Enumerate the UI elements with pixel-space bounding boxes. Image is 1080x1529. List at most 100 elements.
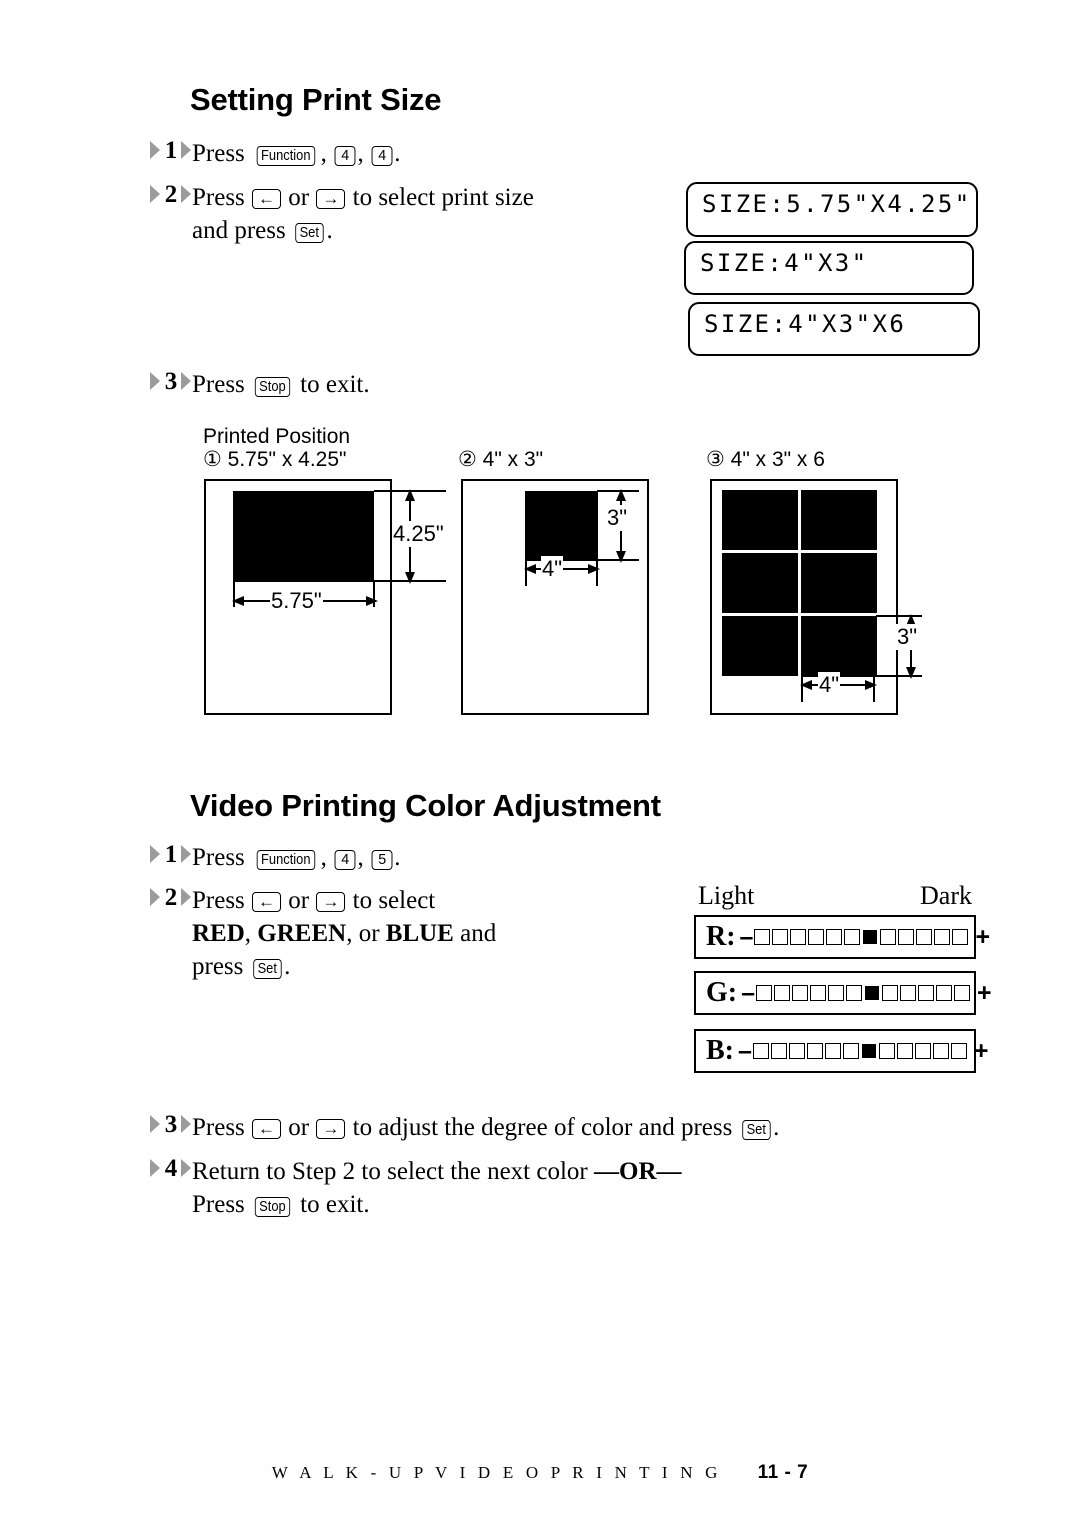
color-option-blue: BLUE [385,920,454,947]
step-number-marker: 1 [150,136,192,164]
set-key[interactable]: Set [252,959,281,979]
level-cell[interactable] [808,929,825,945]
level-cell-selected[interactable] [865,986,880,1000]
left-arrow-key[interactable]: ← [252,892,282,912]
step-number: 1 [163,136,179,164]
level-cell[interactable] [900,985,917,1001]
diagram-1-caption: ① 5.75" x 4.25" [203,448,347,471]
diagram-2-caption: ② 4" x 3" [458,448,544,471]
level-cell[interactable] [914,1043,931,1059]
level-cell[interactable] [826,929,843,945]
return-step-label: Return to Step 2 to select the next colo… [192,1158,594,1185]
step-1-print-size: 1 Press Function, 4, 4. [150,136,710,170]
level-cell[interactable] [842,1043,859,1059]
dim-label-height-2: 3" [606,505,629,531]
level-cell[interactable] [954,985,971,1001]
triangle-left-icon [150,372,160,390]
period-2: . [326,217,333,244]
numeric-key-4[interactable]: 4 [334,850,356,870]
step-1-color-adjust: 1 Press Function, 4, 5. [150,840,710,874]
level-cell[interactable] [916,929,933,945]
function-key[interactable]: Function [256,850,315,870]
step-number: 1 [163,840,179,868]
level-cell[interactable] [950,1043,967,1059]
scale-label-dark: Dark [920,881,972,910]
stop-key[interactable]: Stop [254,1197,291,1217]
step-number: 2 [163,883,179,911]
function-key[interactable]: Function [256,146,315,166]
left-arrow-key[interactable]: ← [252,1119,282,1139]
level-cell[interactable] [898,929,915,945]
level-cell[interactable] [844,929,861,945]
set-key[interactable]: Set [741,1120,770,1140]
print-tile-r2c2 [801,553,877,613]
level-cell[interactable] [774,985,791,1001]
right-arrow-key[interactable]: → [316,892,346,912]
level-cell[interactable] [770,1043,787,1059]
level-cell[interactable] [934,929,951,945]
level-cell[interactable] [828,985,845,1001]
numeric-key-4a[interactable]: 4 [334,146,356,166]
level-cell[interactable] [790,929,807,945]
level-cell[interactable] [896,1043,913,1059]
level-cell[interactable] [806,1043,823,1059]
set-key[interactable]: Set [295,223,324,243]
step-text: Press ← or → to adjust the degree of col… [192,1110,779,1144]
period: . [773,1114,780,1141]
footer-title: W A L K - U P V I D E O P R I N T I N G [271,1463,722,1482]
minus-sign-blue: – [738,1036,752,1065]
or-label: or [282,887,316,914]
level-cell[interactable] [880,929,897,945]
level-cell[interactable] [846,985,863,1001]
or-label: or [282,184,316,211]
comma-2: , [357,844,370,871]
dim-label-width-1: 5.75" [270,588,323,614]
triangle-left-icon [150,888,160,906]
select-print-size-label: to select print size [346,184,534,211]
numeric-key-5[interactable]: 5 [371,850,393,870]
right-arrow-key[interactable]: → [316,189,346,209]
step-number-marker: 2 [150,180,192,208]
left-arrow-key[interactable]: ← [252,189,282,209]
comma-1: , [320,844,334,871]
dim-label-height-3: 3" [896,624,919,650]
level-cell[interactable] [792,985,809,1001]
level-cells-blue[interactable] [752,1043,968,1059]
scale-label-light: Light [698,881,755,910]
level-cell[interactable] [878,1043,895,1059]
numeric-key-4b[interactable]: 4 [371,146,393,166]
print-tile-r1c1 [722,490,798,550]
level-cell[interactable] [918,985,935,1001]
level-cell[interactable] [756,985,773,1001]
level-cell[interactable] [882,985,899,1001]
level-cells-green[interactable] [755,985,971,1001]
stop-key[interactable]: Stop [254,377,291,397]
level-cell[interactable] [932,1043,949,1059]
lcd-display-size-4x3: SIZE:4"X3" [684,241,974,295]
step-text: Press ← or → to select RED, GREEN, or BL… [192,883,496,983]
comma-1: , [320,140,334,167]
level-cell[interactable] [952,929,969,945]
level-cell-selected[interactable] [863,930,878,944]
level-cell[interactable] [824,1043,841,1059]
level-cell[interactable] [772,929,789,945]
level-cell[interactable] [936,985,953,1001]
right-arrow-key[interactable]: → [316,1119,346,1139]
print-area-diagram-1 [233,491,374,581]
plus-sign-green: + [977,978,992,1007]
level-cell-selected[interactable] [861,1044,876,1058]
document-page: Setting Print Size 1 Press Function, 4, … [0,0,1080,1529]
dim-label-width-2: 4" [541,556,564,582]
step-2-print-size: 2 Press ← or → to select print size and … [150,180,710,247]
lcd-display-size-4x3x6: SIZE:4"X3"X6 [688,302,980,356]
level-cell[interactable] [810,985,827,1001]
level-cells-red[interactable] [753,929,969,945]
press-label: Press [192,887,252,914]
print-area-diagram-2 [525,491,598,560]
level-cell[interactable] [752,1043,769,1059]
triangle-right-icon [181,185,191,203]
level-cell[interactable] [754,929,771,945]
period-1: . [394,140,401,167]
level-cell[interactable] [788,1043,805,1059]
step-3-print-size: 3 Press Stop to exit. [150,367,710,401]
